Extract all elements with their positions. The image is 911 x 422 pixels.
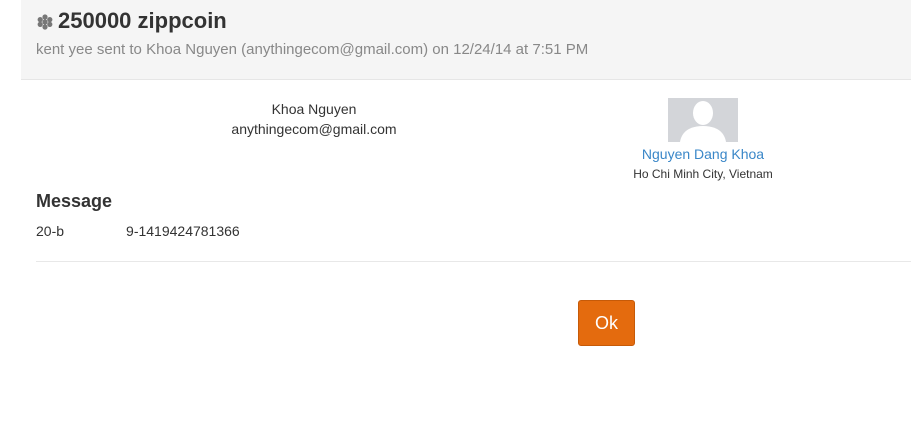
transaction-header: 250000 zippcoin kent yee sent to Khoa Ng… bbox=[21, 0, 911, 80]
profile-location: Ho Chi Minh City, Vietnam bbox=[633, 167, 773, 181]
divider bbox=[36, 261, 911, 262]
transaction-subtitle: kent yee sent to Khoa Nguyen (anythingec… bbox=[36, 41, 589, 58]
recipient-profile: Nguyen Dang Khoa Ho Chi Minh City, Vietn… bbox=[603, 98, 803, 182]
profile-name-link[interactable]: Nguyen Dang Khoa bbox=[603, 144, 803, 164]
title-row: 250000 zippcoin bbox=[36, 8, 227, 34]
recipient-email: anythingecom@gmail.com bbox=[231, 121, 397, 137]
redacted-region bbox=[64, 225, 127, 240]
message-text: 20-b 9-1419424781366 bbox=[36, 223, 240, 240]
message-text-suffix: 9-1419424781366 bbox=[126, 223, 240, 239]
message-heading: Message bbox=[36, 191, 113, 211]
transaction-title: 250000 zippcoin bbox=[58, 8, 227, 33]
ok-button[interactable]: Ok bbox=[578, 300, 635, 346]
message-text-prefix: 20-b bbox=[36, 223, 65, 239]
recipient-info: Khoa Nguyen anythingecom@gmail.com bbox=[214, 99, 414, 139]
recipient-name: Khoa Nguyen bbox=[271, 101, 357, 117]
default-avatar-icon[interactable] bbox=[668, 98, 738, 142]
coin-cluster-icon bbox=[36, 13, 54, 31]
